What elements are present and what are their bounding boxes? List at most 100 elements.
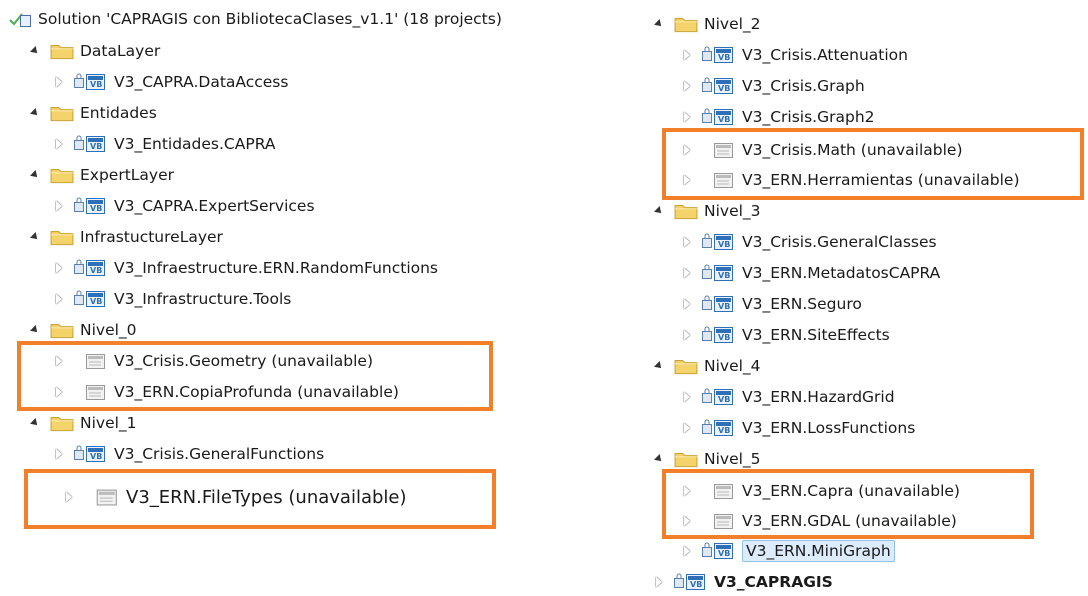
- folder-nivel1[interactable]: Nivel_1: [28, 409, 137, 437]
- folder-nivel3[interactable]: Nivel_3: [652, 197, 761, 225]
- project-siteeffects[interactable]: V3_ERN.SiteEffects: [680, 321, 890, 349]
- project-label: V3_Entidades.CAPRA: [114, 135, 276, 153]
- collapse-arrow-icon[interactable]: [680, 544, 694, 558]
- folder-nivel4[interactable]: Nivel_4: [652, 352, 761, 380]
- expand-arrow-icon[interactable]: [28, 106, 42, 120]
- collapse-arrow-icon[interactable]: [680, 390, 694, 404]
- expand-arrow-icon[interactable]: [28, 44, 42, 58]
- collapse-arrow-icon[interactable]: [680, 421, 694, 435]
- vb-project-icon: [702, 295, 736, 313]
- project-label: V3_Crisis.Attenuation: [742, 46, 908, 64]
- project-capragis[interactable]: V3_CAPRAGIS: [652, 568, 833, 596]
- project-label: V3_CAPRAGIS: [714, 573, 833, 591]
- highlight-box: [17, 341, 493, 411]
- collapse-arrow-icon[interactable]: [52, 447, 66, 461]
- vb-project-icon: [702, 264, 736, 282]
- expand-arrow-icon[interactable]: [652, 204, 666, 218]
- project-label: V3_Crisis.GeneralClasses: [742, 233, 937, 251]
- folder-label: Nivel_5: [704, 450, 761, 468]
- project-hazardgrid[interactable]: V3_ERN.HazardGrid: [680, 383, 895, 411]
- collapse-arrow-icon[interactable]: [680, 297, 694, 311]
- vb-project-icon: [702, 46, 736, 64]
- collapse-arrow-icon[interactable]: [680, 235, 694, 249]
- folder-label: Nivel_3: [704, 202, 761, 220]
- highlight-box: [662, 128, 1084, 200]
- project-tools[interactable]: V3_Infrastructure.Tools: [52, 285, 291, 313]
- collapse-arrow-icon[interactable]: [52, 199, 66, 213]
- folder-label: Nivel_4: [704, 357, 761, 375]
- folder-icon: [50, 414, 74, 432]
- vb-project-icon: [74, 73, 108, 91]
- folder-expertlayer[interactable]: ExpertLayer: [28, 161, 174, 189]
- collapse-arrow-icon[interactable]: [680, 48, 694, 62]
- folder-icon: [50, 166, 74, 184]
- folder-label: Nivel_1: [80, 414, 137, 432]
- collapse-arrow-icon[interactable]: [52, 261, 66, 275]
- project-generalclasses[interactable]: V3_Crisis.GeneralClasses: [680, 228, 937, 256]
- expand-arrow-icon[interactable]: [28, 230, 42, 244]
- project-label: V3_ERN.HazardGrid: [742, 388, 895, 406]
- collapse-arrow-icon[interactable]: [680, 266, 694, 280]
- folder-infrastucturelayer[interactable]: InfrastuctureLayer: [28, 223, 223, 251]
- collapse-arrow-icon[interactable]: [52, 137, 66, 151]
- folder-icon: [674, 450, 698, 468]
- folder-icon: [50, 321, 74, 339]
- vb-project-icon: [702, 108, 736, 126]
- project-label: V3_Infraestructure.ERN.RandomFunctions: [114, 259, 439, 277]
- folder-entidades[interactable]: Entidades: [28, 99, 157, 127]
- expand-arrow-icon[interactable]: [28, 323, 42, 337]
- folder-icon: [674, 357, 698, 375]
- vb-project-icon: [74, 259, 108, 277]
- project-label: V3_Crisis.Graph2: [742, 108, 875, 126]
- project-label: V3_CAPRA.DataAccess: [114, 73, 289, 91]
- collapse-arrow-icon[interactable]: [52, 292, 66, 306]
- vb-project-icon: [74, 197, 108, 215]
- project-label: V3_ERN.SiteEffects: [742, 326, 890, 344]
- project-minigraph[interactable]: V3_ERN.MiniGraph: [680, 537, 895, 565]
- project-generalfunctions[interactable]: V3_Crisis.GeneralFunctions: [52, 440, 324, 468]
- folder-icon: [50, 228, 74, 246]
- project-label: V3_ERN.Seguro: [742, 295, 862, 313]
- project-metadatos[interactable]: V3_ERN.MetadatosCAPRA: [680, 259, 940, 287]
- folder-label: ExpertLayer: [80, 166, 175, 184]
- project-graph[interactable]: V3_Crisis.Graph: [680, 72, 865, 100]
- project-randomfunctions[interactable]: V3_Infraestructure.ERN.RandomFunctions: [52, 254, 438, 282]
- project-seguro[interactable]: V3_ERN.Seguro: [680, 290, 862, 318]
- project-lossfunctions[interactable]: V3_ERN.LossFunctions: [680, 414, 915, 442]
- project-attenuation[interactable]: V3_Crisis.Attenuation: [680, 41, 908, 69]
- vb-project-icon: [74, 290, 108, 308]
- expand-arrow-icon[interactable]: [652, 452, 666, 466]
- project-expertservices[interactable]: V3_CAPRA.ExpertServices: [52, 192, 315, 220]
- collapse-arrow-icon[interactable]: [680, 110, 694, 124]
- expand-arrow-icon[interactable]: [652, 359, 666, 373]
- vb-project-icon: [702, 77, 736, 95]
- expand-arrow-icon[interactable]: [652, 17, 666, 31]
- highlight-box: [662, 469, 1034, 539]
- project-graph2[interactable]: V3_Crisis.Graph2: [680, 103, 875, 131]
- folder-label: Nivel_0: [80, 321, 137, 339]
- folder-icon: [674, 15, 698, 33]
- folder-label: DataLayer: [80, 42, 161, 60]
- collapse-arrow-icon[interactable]: [652, 575, 666, 589]
- folder-label: Entidades: [80, 104, 157, 122]
- folder-nivel0[interactable]: Nivel_0: [28, 316, 137, 344]
- project-label: V3_ERN.MiniGraph: [742, 540, 895, 562]
- project-dataaccess[interactable]: V3_CAPRA.DataAccess: [52, 68, 288, 96]
- expand-arrow-icon[interactable]: [28, 168, 42, 182]
- project-label: V3_ERN.MetadatosCAPRA: [742, 264, 941, 282]
- expand-arrow-icon[interactable]: [28, 416, 42, 430]
- folder-nivel2[interactable]: Nivel_2: [652, 10, 761, 38]
- folder-icon: [50, 104, 74, 122]
- highlight-box: [24, 469, 496, 529]
- collapse-arrow-icon[interactable]: [52, 75, 66, 89]
- collapse-arrow-icon[interactable]: [680, 328, 694, 342]
- solution-node[interactable]: Solution 'CAPRAGIS con BibliotecaClases_…: [8, 5, 502, 33]
- folder-label: InfrastuctureLayer: [80, 228, 223, 246]
- collapse-arrow-icon[interactable]: [680, 79, 694, 93]
- project-entidades-capra[interactable]: V3_Entidades.CAPRA: [52, 130, 275, 158]
- folder-datalayer[interactable]: DataLayer: [28, 37, 160, 65]
- vb-project-icon: [702, 233, 736, 251]
- project-label: V3_Crisis.Graph: [742, 77, 865, 95]
- vb-project-icon: [674, 573, 708, 591]
- project-label: V3_CAPRA.ExpertServices: [114, 197, 315, 215]
